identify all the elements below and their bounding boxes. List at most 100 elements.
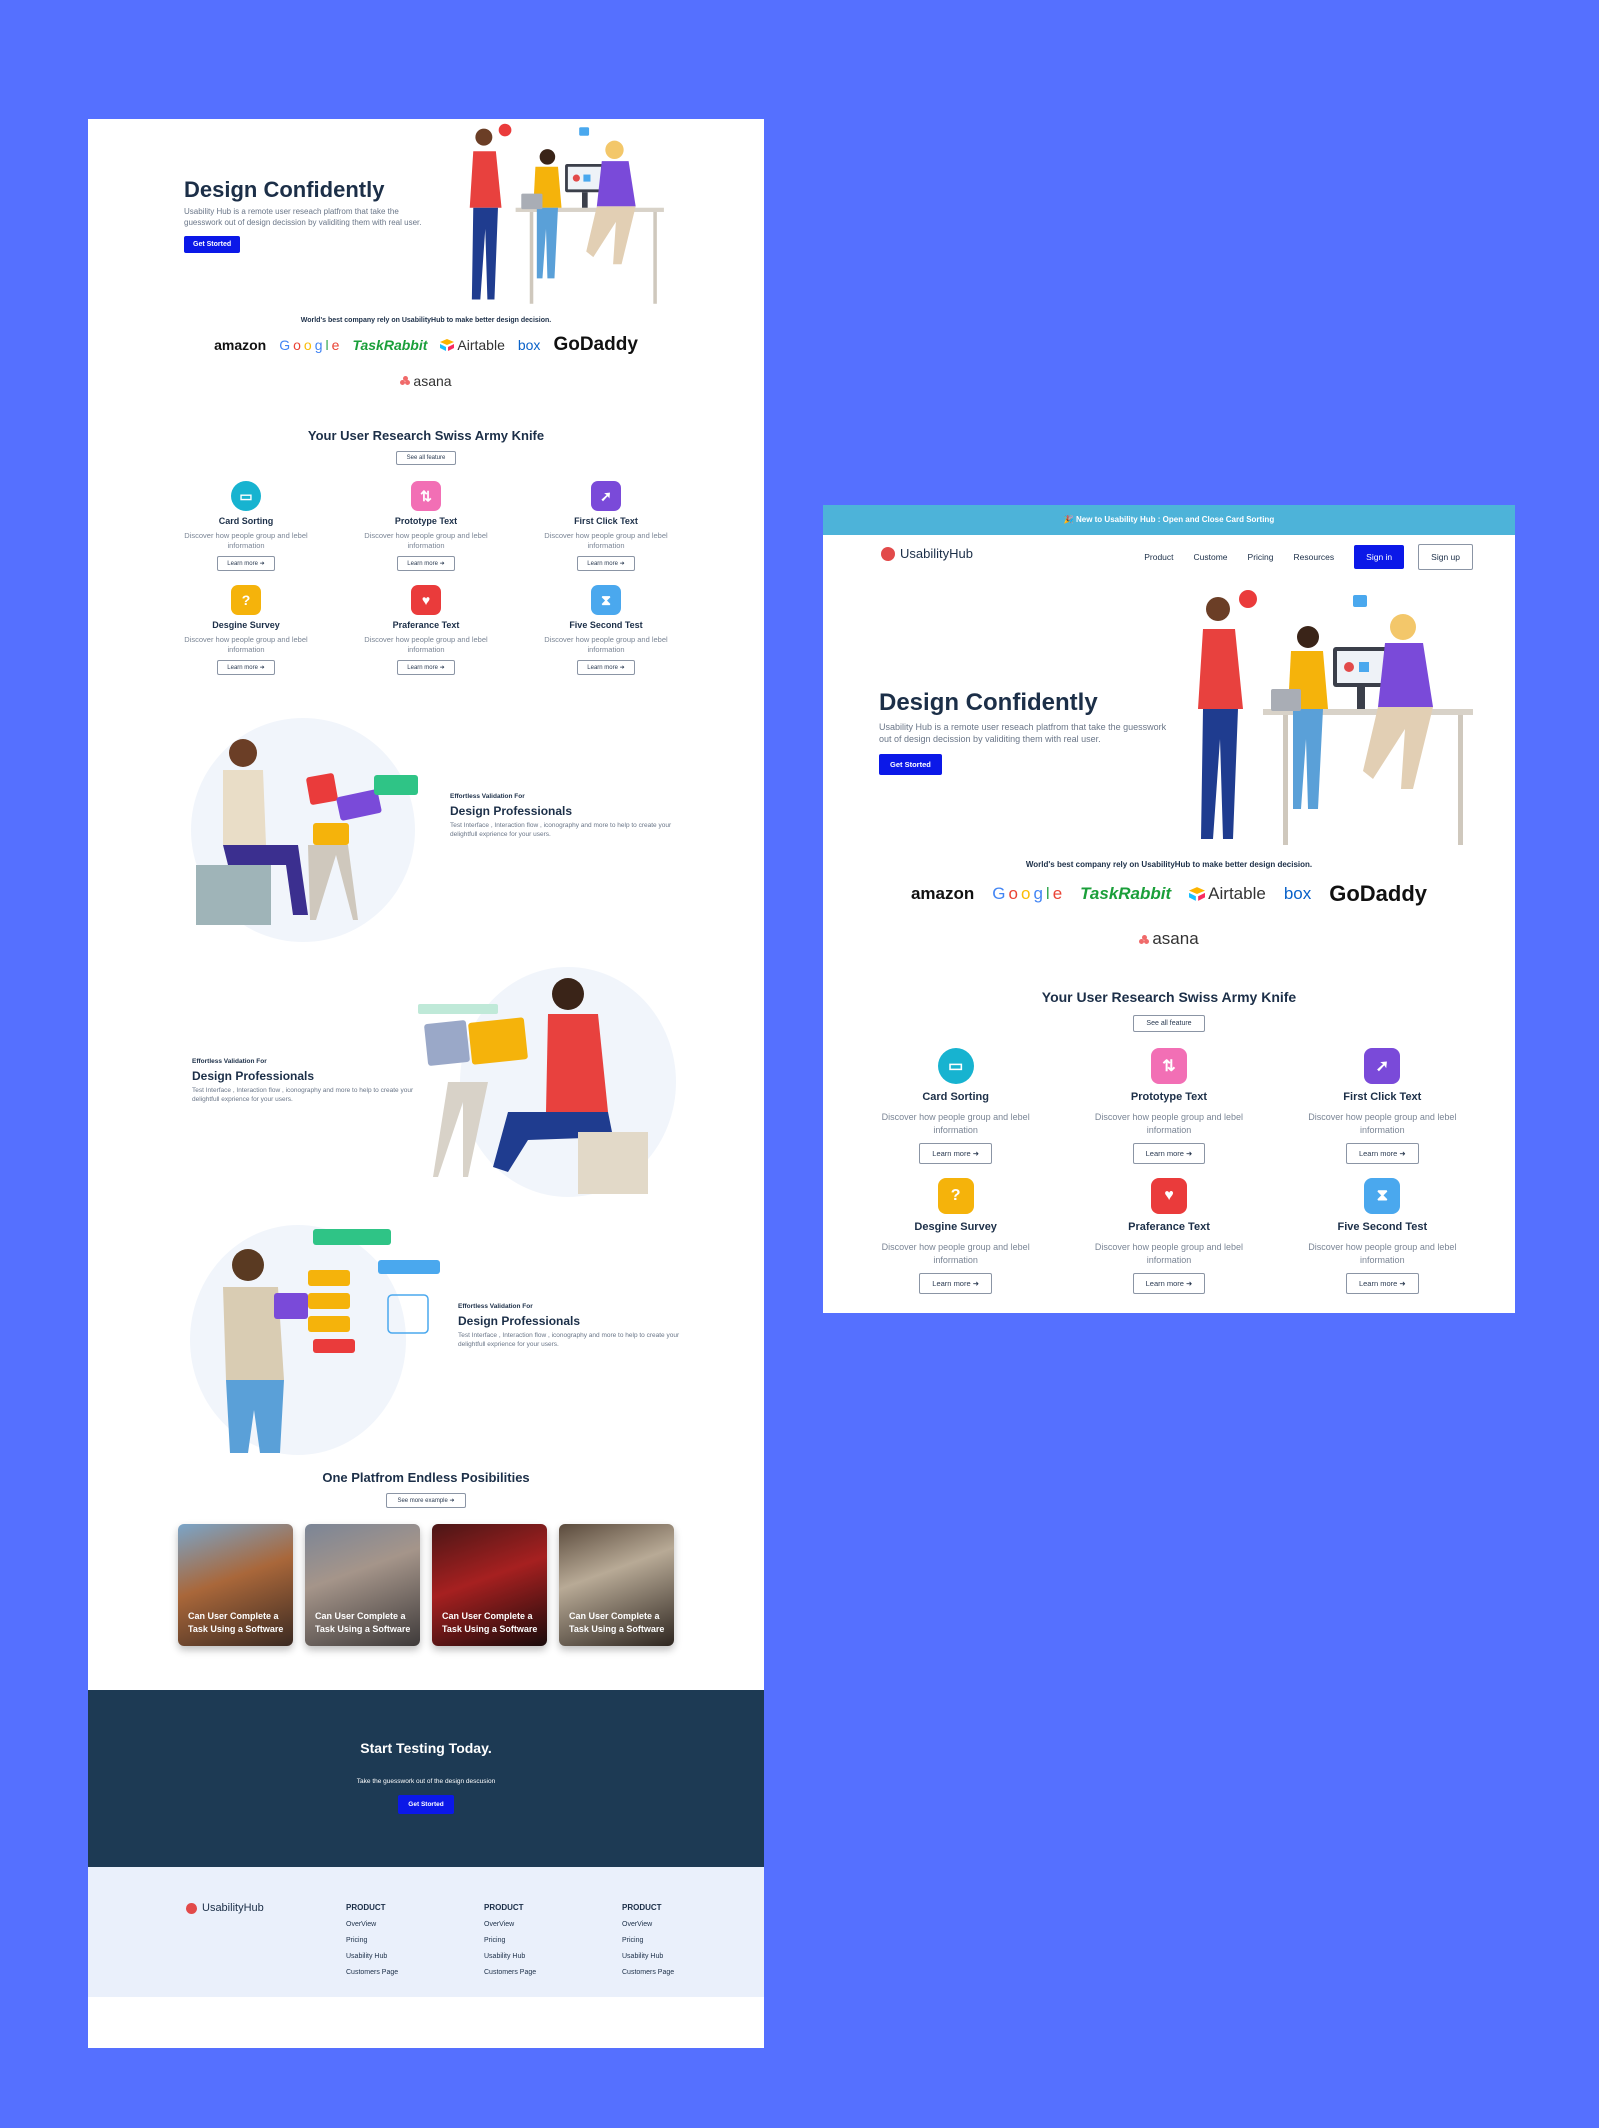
asana-logo: asana bbox=[400, 373, 452, 389]
asana-icon bbox=[1139, 934, 1150, 944]
feature-desc: Discover how people group and lebel info… bbox=[184, 531, 308, 550]
hero-illustration bbox=[469, 123, 664, 304]
footer-link[interactable]: Customers Page bbox=[346, 1969, 398, 1976]
nav-product[interactable]: Product bbox=[1144, 552, 1173, 562]
feature-desc: Discover how people group and lebel info… bbox=[1308, 1242, 1457, 1265]
see-more-examples-button[interactable]: See more example ➜ bbox=[386, 1493, 466, 1508]
feature-prototype: ⇅ Prototype Text Discover how people gro… bbox=[1062, 1048, 1275, 1164]
learn-more-button[interactable]: Learn more ➜ bbox=[217, 660, 275, 675]
validation-kicker: Effortless Validation For bbox=[450, 793, 525, 800]
card-sorting-icon: ▭ bbox=[937, 1048, 974, 1084]
airtable-icon bbox=[440, 339, 455, 351]
learn-more-button[interactable]: Learn more ➜ bbox=[1345, 1273, 1419, 1294]
cta-get-started-button[interactable]: Get Storted bbox=[398, 1795, 454, 1814]
learn-more-button[interactable]: Learn more ➜ bbox=[1132, 1273, 1206, 1294]
researcher-illustration bbox=[190, 1225, 440, 1455]
footer-brand[interactable]: UsabilityHub bbox=[186, 1902, 264, 1914]
footer-link[interactable]: OverView bbox=[622, 1921, 674, 1928]
feature-five-second: ⧗ Five Second Test Discover how people g… bbox=[1276, 1178, 1489, 1294]
google-logo: Google bbox=[992, 884, 1063, 903]
learn-more-button[interactable]: Learn more ➜ bbox=[577, 556, 635, 571]
footer-heading: PRODUCT bbox=[484, 1903, 524, 1912]
features-section: Your User Research Swiss Army Knife See … bbox=[88, 428, 764, 675]
feature-title: First Click Text bbox=[1343, 1091, 1422, 1103]
feature-first-click: ➚ First Click Text Discover how people g… bbox=[516, 481, 696, 571]
prototype-icon: ⇅ bbox=[411, 481, 441, 511]
example-card[interactable]: Can User Complete a Task Using a Softwar… bbox=[559, 1524, 674, 1646]
footer-link[interactable]: Customers Page bbox=[484, 1969, 536, 1976]
designer-illustration bbox=[191, 718, 418, 942]
example-card[interactable]: Can User Complete a Task Using a Softwar… bbox=[178, 1524, 293, 1646]
learn-more-button[interactable]: Learn more ➜ bbox=[1132, 1143, 1206, 1164]
feature-title: Desgine Survey bbox=[914, 1221, 997, 1233]
learn-more-button[interactable]: Learn more ➜ bbox=[397, 660, 455, 675]
announcement-banner[interactable]: 🎉 New to Usability Hub : Open and Close … bbox=[823, 505, 1515, 535]
feature-desc: Discover how people group and lebel info… bbox=[1308, 1112, 1457, 1135]
developer-illustration bbox=[418, 967, 676, 1197]
learn-more-button[interactable]: Learn more ➜ bbox=[919, 1143, 993, 1164]
example-card[interactable]: Can User Complete a Task Using a Softwar… bbox=[305, 1524, 420, 1646]
footer-column: PRODUCT OverView Pricing Usability Hub C… bbox=[622, 1903, 674, 1976]
feature-five-second: ⧗ Five Second Test Discover how people g… bbox=[516, 585, 696, 675]
feature-card-sorting: ▭ Card Sorting Discover how people group… bbox=[849, 1048, 1062, 1164]
landing-page-zoomed: 🎉 New to Usability Hub : Open and Close … bbox=[823, 505, 1515, 1313]
cursor-icon: ➚ bbox=[591, 481, 621, 511]
godaddy-logo: GoDaddy bbox=[1329, 881, 1428, 906]
learn-more-button[interactable]: Learn more ➜ bbox=[577, 660, 635, 675]
get-started-button[interactable]: Get Storted bbox=[184, 236, 241, 253]
feature-prototype: ⇅ Prototype Text Discover how people gro… bbox=[336, 481, 516, 571]
footer-link[interactable]: OverView bbox=[346, 1921, 398, 1928]
footer-link[interactable]: OverView bbox=[484, 1921, 536, 1928]
learn-more-button[interactable]: Learn more ➜ bbox=[1345, 1143, 1419, 1164]
heart-icon: ♥ bbox=[411, 585, 441, 615]
validation-title: Design Professionals bbox=[458, 1314, 581, 1328]
validation-kicker: Effortless Validation For bbox=[458, 1303, 533, 1310]
feature-desc: Discover how people group and lebel info… bbox=[184, 635, 308, 654]
see-all-features-button[interactable]: See all feature bbox=[1133, 1015, 1205, 1032]
learn-more-button[interactable]: Learn more ➜ bbox=[397, 556, 455, 571]
nav-customers[interactable]: Custome bbox=[1194, 552, 1228, 562]
hero-text: Usability Hub is a remote user reseach p… bbox=[184, 207, 422, 227]
airtable-icon bbox=[1189, 887, 1206, 901]
footer-link[interactable]: Customers Page bbox=[622, 1969, 674, 1976]
box-logo: box bbox=[1283, 884, 1312, 903]
validation-section-2: Effortless Validation For Design Profess… bbox=[88, 960, 764, 1215]
cta-title: Start Testing Today. bbox=[360, 1740, 492, 1756]
features-section: Your User Research Swiss Army Knife See … bbox=[823, 989, 1515, 1294]
footer-link[interactable]: Usability Hub bbox=[622, 1953, 674, 1960]
learn-more-button[interactable]: Learn more ➜ bbox=[217, 556, 275, 571]
hero-section: Design Confidently Usability Hub is a re… bbox=[88, 119, 764, 309]
footer-link[interactable]: Pricing bbox=[622, 1937, 674, 1944]
airtable-logo: Airtable bbox=[440, 337, 505, 353]
feature-title: Prototype Text bbox=[1130, 1091, 1208, 1103]
sign-in-button[interactable]: Sign in bbox=[1354, 545, 1405, 569]
learn-more-button[interactable]: Learn more ➜ bbox=[919, 1273, 993, 1294]
nav-pricing[interactable]: Pricing bbox=[1248, 552, 1274, 562]
validation-title: Design Professionals bbox=[192, 1069, 315, 1083]
airtable-logo: Airtable bbox=[1189, 884, 1266, 904]
godaddy-logo: GoDaddy bbox=[553, 334, 638, 355]
heart-icon: ♥ bbox=[1150, 1178, 1187, 1214]
example-card[interactable]: Can User Complete a Task Using a Softwar… bbox=[432, 1524, 547, 1646]
validation-text: Test Interface , Interaction flow , icon… bbox=[458, 1332, 680, 1348]
feature-card-sorting: ▭ Card Sorting Discover how people group… bbox=[156, 481, 336, 571]
footer-link[interactable]: Pricing bbox=[484, 1937, 536, 1944]
see-all-features-button[interactable]: See all feature bbox=[395, 451, 457, 465]
hourglass-icon: ⧗ bbox=[1364, 1178, 1401, 1214]
nav-resources[interactable]: Resources bbox=[1294, 552, 1335, 562]
google-logo: Google bbox=[279, 337, 340, 353]
platform-title: One Platfrom Endless Posibilities bbox=[322, 1470, 530, 1485]
feature-preference: ♥ Praferance Text Discover how people gr… bbox=[336, 585, 516, 675]
taskrabbit-logo: TaskRabbit bbox=[352, 337, 428, 353]
footer-link[interactable]: Usability Hub bbox=[346, 1953, 398, 1960]
footer-column: PRODUCT OverView Pricing Usability Hub C… bbox=[346, 1903, 398, 1976]
nav-brand[interactable]: UsabilityHub bbox=[881, 546, 973, 561]
feature-title: Praferance Text bbox=[1128, 1221, 1210, 1233]
feature-desc: Discover how people group and lebel info… bbox=[364, 635, 488, 654]
footer-heading: PRODUCT bbox=[622, 1903, 662, 1912]
get-started-button[interactable]: Get Storted bbox=[879, 754, 942, 775]
footer-link[interactable]: Pricing bbox=[346, 1937, 398, 1944]
validation-section-3: Effortless Validation For Design Profess… bbox=[88, 1215, 764, 1470]
sign-up-button[interactable]: Sign up bbox=[1418, 544, 1473, 570]
footer-link[interactable]: Usability Hub bbox=[484, 1953, 536, 1960]
